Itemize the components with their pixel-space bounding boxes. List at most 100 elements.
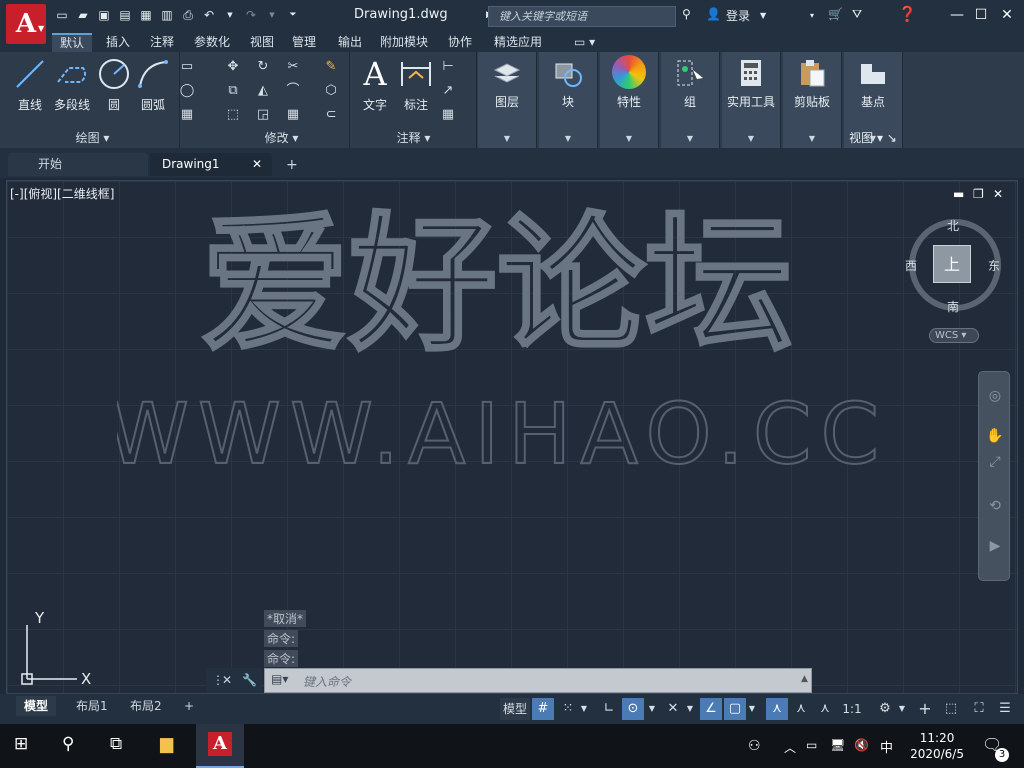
chevron-down-icon[interactable]: ▼ (38, 24, 44, 33)
pan-icon[interactable]: ✋ (985, 428, 1005, 448)
steering-wheel-icon[interactable]: ◎ (985, 388, 1005, 408)
layers-button[interactable]: 图层 ▼ (478, 52, 537, 148)
showmotion-icon[interactable]: ▶ (985, 538, 1005, 558)
ribbon-tab[interactable]: 参数化 (186, 33, 238, 52)
object-snap-icon[interactable]: ▢ (724, 698, 746, 720)
ribbon-tab[interactable]: 注释 (142, 33, 182, 52)
linear-dimension-icon[interactable]: ⊢ (439, 58, 457, 76)
save-web-icon[interactable]: ▥ (159, 7, 175, 23)
ribbon-tab[interactable]: 插入 (98, 33, 138, 52)
viewport-restore-icon[interactable]: ❐ (973, 187, 984, 201)
login-link[interactable]: 登录 (726, 7, 750, 24)
maximize-button[interactable]: ☐ (970, 4, 992, 26)
clipboard-button[interactable]: 剪贴板 ▼ (783, 52, 842, 148)
user-icon[interactable]: 👤 (706, 7, 721, 21)
open-folder-icon[interactable]: ▰ (75, 7, 91, 23)
help-icon[interactable]: ❓ (898, 5, 917, 23)
group-button[interactable]: 组 ▼ (661, 52, 720, 148)
properties-button[interactable]: 特性 ▼ (600, 52, 659, 148)
isodraft-icon[interactable]: ✕ (662, 698, 684, 720)
drawing-viewport[interactable]: [-][俯视][二维线框] ▬ ❐ ✕ 爱好论坛 WWW.AIHAO.CC 上 … (6, 180, 1018, 694)
draw-panel-title[interactable]: 绘图 ▾ (6, 129, 179, 146)
rotate-icon[interactable]: ↻ (254, 58, 272, 76)
snap-dropdown-icon[interactable]: ▼ (578, 698, 590, 720)
binoculars-icon[interactable]: ⚲ (682, 7, 691, 21)
viewport-controls-label[interactable]: [-][俯视][二维线框] (10, 185, 114, 202)
windows-start-icon[interactable]: ⊞ (14, 734, 28, 754)
isolate-objects-icon[interactable]: ⬚ (940, 698, 962, 720)
save-icon[interactable]: ▣ (96, 7, 112, 23)
search-input[interactable]: 键入关键字或短语 (488, 6, 676, 27)
fillet-icon[interactable]: ⌒ (284, 82, 302, 100)
model-space-toggle[interactable]: 模型 (500, 698, 530, 720)
viewport-close-icon[interactable]: ✕ (993, 187, 1003, 201)
store-cart-icon[interactable]: 🛒 (828, 7, 843, 21)
close-tab-icon[interactable]: ✕ (252, 153, 262, 176)
text-button[interactable]: A 文字 (357, 55, 393, 113)
show-hidden-icons[interactable]: ︿ (784, 739, 796, 756)
task-view-icon[interactable]: ⧉ (110, 734, 122, 754)
search-icon[interactable]: ⚲ (62, 734, 74, 754)
ribbon-tab[interactable]: 输出 (330, 33, 370, 52)
minimize-button[interactable]: — (946, 4, 968, 26)
battery-icon[interactable]: ▭ (806, 738, 817, 752)
redo-icon[interactable]: ↷ (243, 7, 259, 23)
polyline-button[interactable]: 多段线 (50, 56, 94, 113)
file-explorer-icon[interactable]: ▆ (160, 734, 173, 754)
orbit-icon[interactable]: ⟲ (985, 498, 1005, 518)
login-dropdown-arrow[interactable]: ▾ (810, 11, 814, 20)
block-button[interactable]: 块 ▼ (539, 52, 598, 148)
network-icon[interactable]: 🖥 (830, 738, 845, 752)
workspace-gear-icon[interactable]: ⚙ (874, 698, 896, 720)
view-panel-title[interactable]: 视图 ▾ ↘ (844, 129, 902, 146)
trim-icon[interactable]: ✂ (284, 58, 302, 76)
ribbon-tab[interactable]: 协作 (440, 33, 480, 52)
customization-menu-icon[interactable]: ☰ (994, 698, 1016, 720)
dimension-button[interactable]: 标注 (397, 56, 435, 113)
annotation-visibility-icon[interactable]: ⋏ (766, 698, 788, 720)
customize-toolbar-icon[interactable]: ⏷ (285, 7, 301, 23)
utilities-button[interactable]: 实用工具 ▼ (722, 52, 781, 148)
workspace-dropdown-icon[interactable]: ▼ (896, 698, 908, 720)
array-icon[interactable]: ▦ (284, 106, 302, 124)
scale-icon[interactable]: ◲ (254, 106, 272, 124)
volume-muted-icon[interactable]: 🔇 (854, 738, 869, 752)
close-command-line-icon[interactable]: ✕ (222, 673, 232, 687)
autocad-taskbar-button[interactable]: A (196, 724, 244, 768)
command-input[interactable]: ▤▾ 键入命令 ▲ (264, 668, 812, 693)
auto-scale-icon[interactable]: ⋏ (790, 698, 812, 720)
stretch-icon[interactable]: ⬚ (224, 106, 242, 124)
offset-icon[interactable]: ⊂ (322, 106, 340, 124)
ribbon-tab[interactable]: 精选应用 (486, 33, 550, 52)
print-icon[interactable]: ⎙ (180, 7, 196, 23)
arc-button[interactable]: 圆弧 (134, 56, 172, 113)
ribbon-tab[interactable]: 视图 (242, 33, 282, 52)
rectangle-icon[interactable]: ▭ (178, 58, 196, 76)
wcs-menu[interactable]: WCS ▾ (929, 328, 979, 343)
viewcube-top-face[interactable]: 上 (933, 245, 971, 283)
ribbon-tab[interactable]: 默认 (52, 33, 93, 52)
ortho-icon[interactable]: ∟ (598, 698, 620, 720)
ribbon-tab[interactable]: 管理 (284, 33, 324, 52)
annotation-scale-value[interactable]: 1:1 ▾ (838, 698, 866, 738)
compass-south[interactable]: 南 (947, 298, 959, 315)
people-icon[interactable]: ⚇ (748, 738, 761, 754)
ribbon-more-tabs-icon[interactable]: ▭ ▾ (566, 33, 603, 52)
scroll-up-icon[interactable]: ▲ (801, 674, 808, 684)
customize-wrench-icon[interactable]: 🔧 (242, 673, 257, 687)
move-icon[interactable]: ✥ (224, 58, 242, 76)
compass-north[interactable]: 北 (947, 217, 959, 234)
leader-icon[interactable]: ↗ (439, 82, 457, 100)
system-clock[interactable]: 11:20 2020/6/5 (910, 730, 964, 762)
snap-icon[interactable]: ⁙ (558, 698, 578, 720)
isodraft-dropdown-icon[interactable]: ▼ (684, 698, 696, 720)
osnap-dropdown-icon[interactable]: ▼ (746, 698, 758, 720)
undo-dropdown-icon[interactable]: ▼ (222, 7, 238, 23)
input-method[interactable]: 中 (880, 737, 893, 756)
new-file-icon[interactable]: ▭ (54, 7, 70, 23)
hatch-icon[interactable]: ▦ (178, 106, 196, 124)
table-icon[interactable]: ▦ (439, 106, 457, 124)
close-button[interactable]: ✕ (996, 4, 1018, 26)
grid-icon[interactable]: # (532, 698, 554, 720)
line-button[interactable]: 直线 (12, 56, 48, 113)
